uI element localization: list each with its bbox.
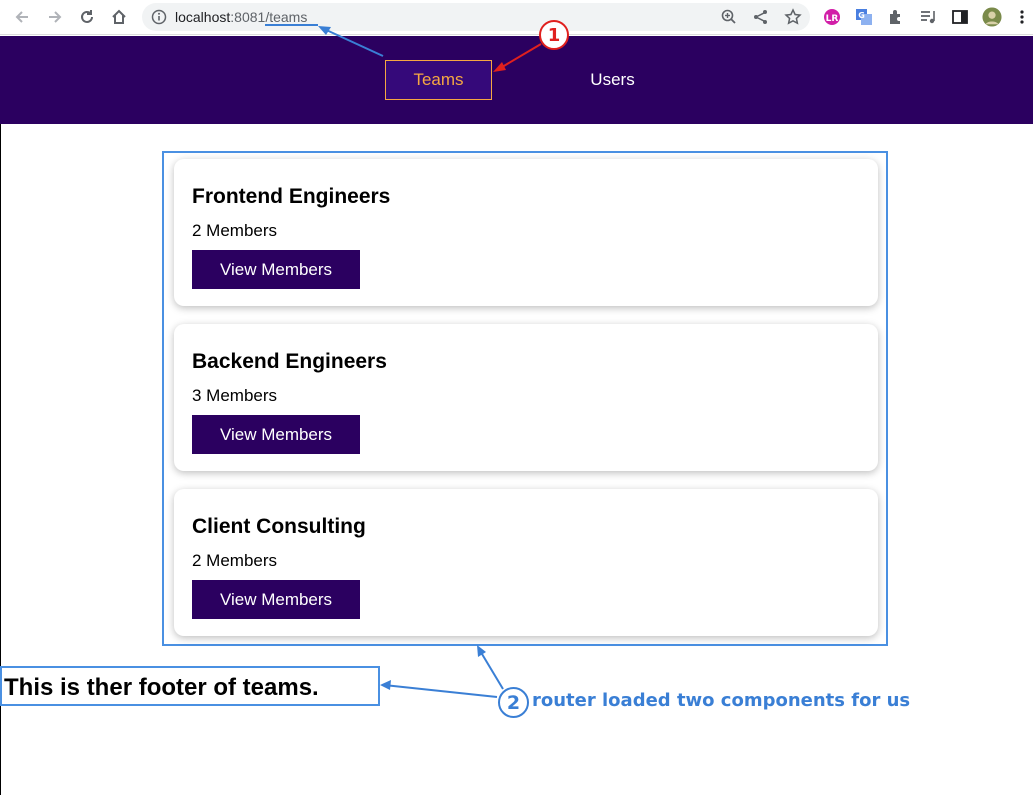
annotation-marker-2: 2 <box>498 687 529 718</box>
annotation-note: router loaded two components for us <box>532 690 911 711</box>
url-arrow-annotation <box>321 27 384 57</box>
footer-arrow-annotation <box>383 684 498 698</box>
annotation-arrows <box>265 24 542 698</box>
teams-arrow-head <box>493 62 506 72</box>
footer-arrow-head <box>380 680 391 690</box>
list-arrow-annotation <box>478 648 504 690</box>
list-arrow-head <box>477 645 486 657</box>
annotation-marker-1: 1 <box>539 20 569 50</box>
